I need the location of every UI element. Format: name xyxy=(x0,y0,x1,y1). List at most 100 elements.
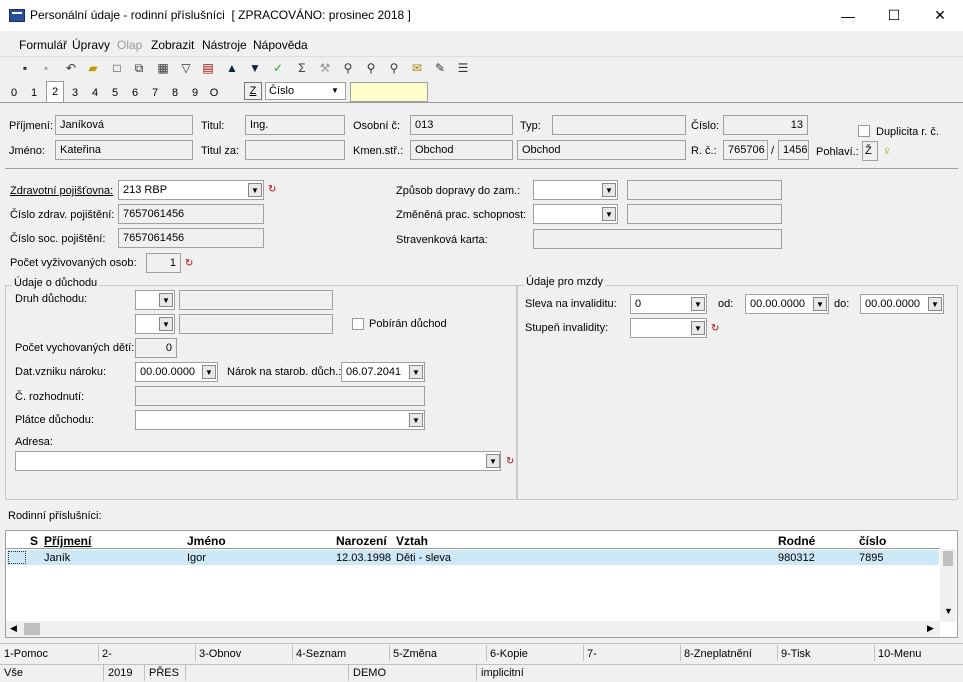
pojistovna-select[interactable]: 213 RBP xyxy=(118,180,264,200)
tab-4[interactable]: 4 xyxy=(86,84,104,102)
mail-icon[interactable]: ✉ xyxy=(409,60,425,76)
undo-icon[interactable]: ↶ xyxy=(63,60,79,76)
pobiran-checkbox[interactable] xyxy=(352,318,364,330)
col-cislo[interactable]: číslo xyxy=(859,534,886,548)
find-next-icon[interactable]: ⚲ xyxy=(363,60,379,76)
sort-direction-button[interactable]: Z xyxy=(244,82,262,100)
kmen-code-field[interactable]: Obchod xyxy=(410,140,513,160)
titul-field[interactable]: Ing. xyxy=(245,115,345,135)
tab-1[interactable]: 1 xyxy=(25,84,43,102)
menu-icon[interactable]: ☰ xyxy=(455,60,471,76)
chevron-down-icon[interactable]: ▼ xyxy=(602,207,616,221)
tool-icon[interactable]: ⚒ xyxy=(317,60,333,76)
col-vztah[interactable]: Vztah xyxy=(396,534,428,548)
rc1-field[interactable]: 765706 xyxy=(723,140,768,160)
chevron-down-icon[interactable]: ▼ xyxy=(409,413,423,427)
cislo-field[interactable]: 13 xyxy=(723,115,808,135)
maximize-button[interactable]: ☐ xyxy=(871,0,917,31)
jmeno-field[interactable]: Kateřina xyxy=(55,140,193,160)
search-input[interactable] xyxy=(350,82,428,102)
close-button[interactable]: ✕ xyxy=(917,0,963,31)
kmen-name-field[interactable]: Obchod xyxy=(517,140,686,160)
chevron-down-icon[interactable]: ▼ xyxy=(944,606,953,616)
minimize-button[interactable]: — xyxy=(825,0,871,31)
col-s[interactable]: S xyxy=(30,534,38,548)
save-icon[interactable]: ▪ xyxy=(17,60,33,76)
chevron-down-icon[interactable]: ▼ xyxy=(813,297,827,311)
rozhodnuti-field[interactable] xyxy=(135,386,425,406)
hscroll-thumb[interactable] xyxy=(24,623,40,635)
menu-olap[interactable]: Olap xyxy=(117,38,142,52)
tab-8[interactable]: 8 xyxy=(166,84,184,102)
save-all-icon[interactable]: ▪ xyxy=(38,60,54,76)
scroll-thumb[interactable] xyxy=(943,551,953,566)
chevron-down-icon[interactable]: ▼ xyxy=(248,183,262,197)
arrow-down-icon[interactable]: ▼ xyxy=(247,60,263,76)
refresh-icon[interactable]: ↻ xyxy=(268,184,278,195)
fn-6[interactable]: 6-Kopie xyxy=(490,648,528,660)
cislo-zdrav-field[interactable]: 7657061456 xyxy=(118,204,264,224)
fn-10[interactable]: 10-Menu xyxy=(878,648,921,660)
refresh-icon[interactable]: ↻ xyxy=(506,456,516,467)
druh1-text[interactable] xyxy=(179,290,333,310)
cislo-soc-field[interactable]: 7657061456 xyxy=(118,228,264,248)
platce-select[interactable] xyxy=(135,410,425,430)
fn-4[interactable]: 4-Seznam xyxy=(296,648,346,660)
col-jmeno[interactable]: Jméno xyxy=(187,534,226,548)
typ-field[interactable] xyxy=(552,115,686,135)
new-icon[interactable]: □ xyxy=(109,60,125,76)
tab-6[interactable]: 6 xyxy=(126,84,144,102)
chevron-down-icon[interactable]: ▼ xyxy=(602,183,616,197)
chevron-down-icon[interactable]: ▼ xyxy=(691,321,705,335)
chevron-down-icon[interactable]: ▼ xyxy=(202,365,216,379)
druh2-text[interactable] xyxy=(179,314,333,334)
fn-2[interactable]: 2- xyxy=(102,648,112,660)
fn-8[interactable]: 8-Zneplatnění xyxy=(684,648,752,660)
filter-icon[interactable]: ▽ xyxy=(178,60,194,76)
osobni-field[interactable]: 013 xyxy=(410,115,513,135)
chevron-down-icon[interactable]: ▼ xyxy=(159,317,173,331)
tab-0[interactable]: 0 xyxy=(5,84,23,102)
chevron-left-icon[interactable]: ◀ xyxy=(10,623,17,634)
fn-9[interactable]: 9-Tisk xyxy=(781,648,811,660)
adresa-select[interactable] xyxy=(15,451,501,471)
col-prijmeni[interactable]: Příjmení xyxy=(44,534,91,548)
zmenena-text[interactable] xyxy=(627,204,782,224)
check-icon[interactable]: ✓ xyxy=(270,60,286,76)
col-rodne[interactable]: Rodné xyxy=(778,534,815,548)
find-all-icon[interactable]: ⚲ xyxy=(386,60,402,76)
open-icon[interactable]: ▰ xyxy=(85,60,101,76)
table-icon[interactable]: ▦ xyxy=(155,60,171,76)
titulza-field[interactable] xyxy=(245,140,345,160)
fn-5[interactable]: 5-Změna xyxy=(393,648,437,660)
col-narozeni[interactable]: Narození xyxy=(336,534,387,548)
tab-9[interactable]: 9 xyxy=(186,84,204,102)
fn-7[interactable]: 7- xyxy=(587,648,597,660)
deti-field[interactable]: 0 xyxy=(135,338,177,358)
delete-icon[interactable]: ▤ xyxy=(200,60,216,76)
chevron-down-icon[interactable]: ▼ xyxy=(159,293,173,307)
pohlavi-field[interactable]: Ž xyxy=(862,141,878,161)
copy-icon[interactable]: ⧉ xyxy=(131,60,147,76)
sum-icon[interactable]: Σ xyxy=(294,60,310,76)
duplicita-checkbox[interactable] xyxy=(858,125,870,137)
refresh-icon[interactable]: ↻ xyxy=(711,323,721,334)
binoculars-icon[interactable]: ⚲ xyxy=(340,60,356,76)
menu-upravy[interactable]: Úpravy xyxy=(72,38,110,52)
menu-zobrazit[interactable]: Zobrazit xyxy=(151,38,194,52)
horizontal-scrollbar[interactable] xyxy=(6,621,940,637)
doprava-text[interactable] xyxy=(627,180,782,200)
fn-1[interactable]: 1-Pomoc xyxy=(4,648,48,660)
stravenka-field[interactable] xyxy=(533,229,782,249)
chevron-right-icon[interactable]: ▶ xyxy=(927,623,934,634)
rc2-field[interactable]: 1456 xyxy=(778,140,809,160)
vyzivovanych-field[interactable]: 1 xyxy=(146,253,181,273)
chevron-down-icon[interactable]: ▼ xyxy=(928,297,942,311)
prijmeni-field[interactable]: Janíková xyxy=(55,115,193,135)
chevron-down-icon[interactable]: ▼ xyxy=(409,365,423,379)
edit-icon[interactable]: ✎ xyxy=(432,60,448,76)
chevron-down-icon[interactable]: ▼ xyxy=(486,454,500,468)
row-selector[interactable] xyxy=(8,551,26,564)
tab-7[interactable]: 7 xyxy=(146,84,164,102)
fn-3[interactable]: 3-Obnov xyxy=(199,648,241,660)
